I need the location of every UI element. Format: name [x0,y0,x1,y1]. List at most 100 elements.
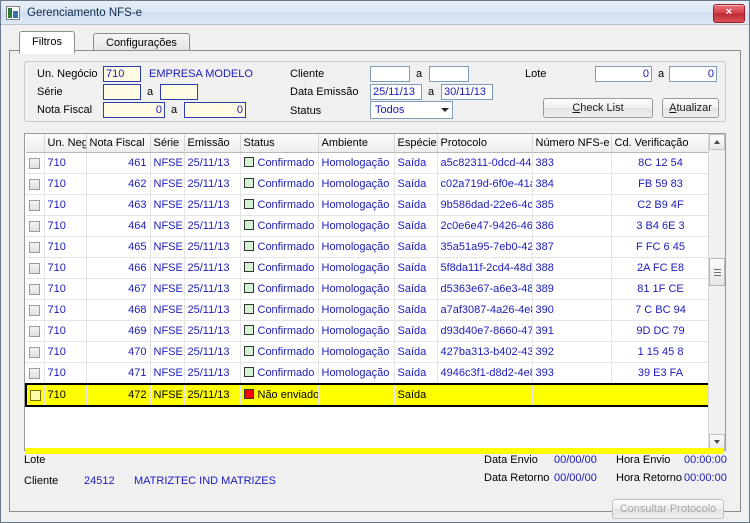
cell-protocolo: d93d40e7-8660-47ee-a6d [437,320,533,342]
status-badge: Confirmado [257,367,315,379]
cell-numero-nfse: 386 [532,215,612,237]
cell-un-neg: 710 [44,299,87,321]
col-especie[interactable]: Espécie [394,134,438,153]
table-row[interactable]: 710 467 NFSE 25/11/13 Confirmado Homologação S… [26,278,709,300]
col-ambiente[interactable]: Ambiente [318,134,395,153]
table-row[interactable]: 710 463 NFSE 25/11/13 Confirmado Homologação S… [26,194,709,216]
row-checkbox-cell[interactable] [26,299,45,321]
row-checkbox[interactable] [29,325,41,337]
row-checkbox[interactable] [29,178,41,190]
row-checkbox-cell[interactable] [26,194,45,216]
row-checkbox[interactable] [29,220,41,232]
row-checkbox-cell[interactable] [26,278,45,300]
row-checkbox-cell[interactable] [26,173,45,195]
cell-status: Confirmado [240,362,319,385]
cell-status: Confirmado [240,215,319,237]
lote-to-input[interactable] [669,66,717,82]
close-icon[interactable]: × [713,4,745,23]
cliente-to-input[interactable] [429,66,469,82]
col-nota-fiscal[interactable]: Nota Fiscal [86,134,151,153]
cell-status: Não enviado [240,383,319,407]
row-checkbox-cell[interactable] [26,215,45,237]
row-checkbox-cell[interactable] [26,341,45,363]
atualizar-button[interactable]: Atualizar [662,98,719,118]
cell-numero-nfse: 384 [532,173,612,195]
row-checkbox[interactable] [29,304,41,316]
cell-especie: Saída [394,299,438,321]
check-list-button[interactable]: Check List [543,98,653,118]
row-checkbox-cell[interactable] [26,257,45,279]
cliente-from-input[interactable] [370,66,410,82]
status-select[interactable]: Todos [370,101,453,119]
tab-filtros[interactable]: Filtros [19,31,75,54]
row-checkbox-cell[interactable] [26,152,45,174]
row-checkbox[interactable] [29,367,41,379]
col-cd-verificacao[interactable]: Cd. Verificação [611,134,709,153]
data-emissao-range-separator: a [428,86,435,98]
cell-emissao: 25/11/13 [184,320,241,342]
nota-fiscal-to-input[interactable] [184,102,246,118]
row-checkbox[interactable] [29,199,41,211]
status-badge: Confirmado [257,241,315,253]
table-row[interactable]: 710 472 NFSE 25/11/13 Não enviado Saída [25,383,709,407]
table-row[interactable]: 710 466 NFSE 25/11/13 Confirmado Homologação S… [26,257,709,279]
un-negocio-input[interactable] [103,66,141,82]
table-row[interactable]: 710 470 NFSE 25/11/13 Confirmado Homologação S… [26,341,709,363]
row-checkbox-cell[interactable] [26,320,45,342]
data-emissao-to-input[interactable] [441,84,493,100]
row-checkbox[interactable] [30,389,41,401]
cell-ambiente: Homologação [318,173,395,195]
nota-fiscal-from-input[interactable] [103,102,165,118]
row-checkbox-cell[interactable] [26,362,45,385]
table-row[interactable]: 710 468 NFSE 25/11/13 Confirmado Homologação S… [26,299,709,321]
cell-un-neg: 710 [44,341,87,363]
filters-group: Un. Negócio EMPRESA MODELO Série a Nota … [24,61,726,122]
col-select[interactable] [26,134,45,153]
data-emissao-from-input[interactable] [370,84,422,100]
serie-from-input[interactable] [103,84,141,100]
table-row[interactable]: 710 471 NFSE 25/11/13 Confirmado Homologação S… [26,362,709,385]
table-row[interactable]: 710 464 NFSE 25/11/13 Confirmado Homologação S… [26,215,709,237]
cell-especie: Saída [394,152,438,174]
table-row[interactable]: 710 469 NFSE 25/11/13 Confirmado Homologação S… [26,320,709,342]
cell-especie: Saída [394,341,438,363]
consultar-protocolo-button[interactable]: Consultar Protocolo [612,499,724,519]
cell-cd-verificacao: 81 1F CE [611,278,709,300]
lote-from-input[interactable] [595,66,652,82]
grid-vertical-scrollbar[interactable] [708,134,725,450]
row-checkbox[interactable] [29,157,41,169]
serie-to-input[interactable] [160,84,198,100]
row-checkbox[interactable] [29,262,41,274]
cell-nota-fiscal: 464 [86,215,151,237]
cell-protocolo: 427ba313-b402-43d9-967 [437,341,533,363]
row-checkbox[interactable] [29,283,41,295]
cell-especie: Saída [394,362,438,385]
col-serie[interactable]: Série [150,134,185,153]
cell-serie: NFSE [150,215,185,237]
col-status[interactable]: Status [240,134,319,153]
cell-status: Confirmado [240,152,319,174]
table-row[interactable]: 710 461 NFSE 25/11/13 Confirmado Homologação S… [26,152,709,174]
row-checkbox-cell[interactable] [26,236,45,258]
table-row[interactable]: 710 465 NFSE 25/11/13 Confirmado Homologação S… [26,236,709,258]
cell-protocolo [437,383,533,407]
cell-serie: NFSE [150,362,185,385]
col-un-neg[interactable]: Un. Neg. [44,134,87,153]
row-checkbox-cell[interactable] [25,383,45,407]
table-row[interactable]: 710 462 NFSE 25/11/13 Confirmado Homologação S… [26,173,709,195]
cell-especie: Saída [394,257,438,279]
cell-especie: Saída [394,173,438,195]
cell-numero-nfse: 388 [532,257,612,279]
col-emissao[interactable]: Emissão [184,134,241,153]
col-numero-nfse[interactable]: Número NFS-e [532,134,612,153]
cell-nota-fiscal: 468 [86,299,151,321]
col-protocolo[interactable]: Protocolo [437,134,533,153]
scroll-up-icon[interactable] [709,134,725,150]
cell-serie: NFSE [150,299,185,321]
lote-range-separator: a [658,68,665,80]
scrollbar-thumb[interactable] [709,258,725,286]
row-checkbox[interactable] [29,346,41,358]
cliente-range-separator: a [416,68,423,80]
row-checkbox[interactable] [29,241,41,253]
cell-un-neg: 710 [44,173,87,195]
